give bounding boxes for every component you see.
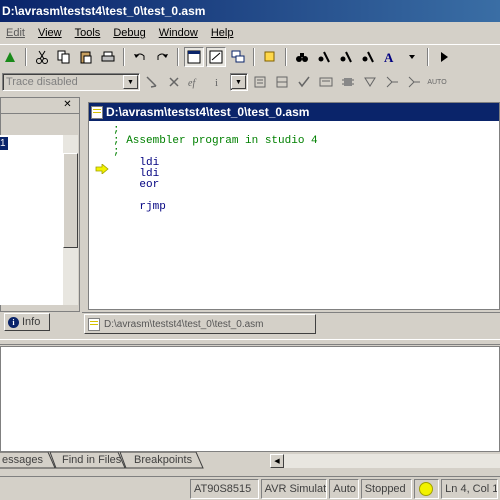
execution-arrow-icon bbox=[95, 164, 109, 174]
view-dropdown[interactable]: ▼ bbox=[230, 73, 248, 91]
auto-step-icon[interactable]: AUTO bbox=[426, 72, 448, 92]
font-icon[interactable]: A bbox=[380, 47, 400, 67]
tab-find-in-files[interactable]: Find in Files bbox=[62, 452, 121, 468]
document-tab[interactable]: D:\avrasm\testst4\test_0\test_0.asm bbox=[84, 314, 316, 334]
trace-dropdown-value: Trace disabled bbox=[6, 76, 78, 88]
code-line: ; Assembler program in studio 4 bbox=[113, 135, 318, 147]
workspace-list[interactable]: 1 bbox=[0, 135, 63, 305]
watch-icon[interactable] bbox=[164, 72, 184, 92]
menu-tools[interactable]: Tools bbox=[69, 25, 108, 41]
status-mode: Auto bbox=[329, 478, 359, 499]
windows-icon[interactable] bbox=[228, 47, 248, 67]
status-platform: AVR Simulator bbox=[260, 478, 328, 499]
document-tab-bar: D:\avrasm\testst4\test_0\test_0.asm bbox=[82, 312, 500, 336]
scroll-left-icon[interactable]: ◀ bbox=[270, 454, 284, 468]
tools-icon[interactable] bbox=[260, 47, 280, 67]
status-bar: AT90S8515 AVR Simulator Auto Stopped Ln … bbox=[0, 476, 500, 500]
code-area[interactable]: ; ; Assembler program in studio 4 ; ldi … bbox=[113, 125, 318, 213]
output-pane[interactable] bbox=[0, 346, 500, 452]
workspace-scroll-thumb[interactable] bbox=[63, 153, 78, 248]
standard-toolbar: A bbox=[0, 44, 500, 68]
dropdown-arrow-icon[interactable] bbox=[402, 47, 422, 67]
workspace-caption: ✕ bbox=[1, 98, 79, 114]
redo-icon[interactable] bbox=[152, 47, 172, 67]
toolbar-separator bbox=[427, 47, 429, 66]
disassembler-icon[interactable] bbox=[316, 72, 336, 92]
svg-text:ef: ef bbox=[188, 78, 196, 89]
app-title: D:\avrasm\testst4\test_0\test_0.asm bbox=[2, 4, 206, 18]
paste-icon[interactable] bbox=[76, 47, 96, 67]
status-state: Stopped bbox=[360, 478, 412, 499]
toolbar-separator bbox=[123, 47, 125, 66]
checkmark-icon[interactable] bbox=[294, 72, 314, 92]
chevron-down-icon[interactable]: ▼ bbox=[123, 75, 138, 89]
io-icon[interactable] bbox=[360, 72, 380, 92]
tab-info[interactable]: i Info bbox=[4, 313, 50, 331]
tab-info-label: Info bbox=[22, 316, 41, 328]
tab-messages[interactable]: essages bbox=[2, 452, 43, 468]
cut-icon[interactable] bbox=[32, 47, 52, 67]
svg-text:A: A bbox=[384, 50, 394, 64]
find-prev-icon[interactable] bbox=[336, 47, 356, 67]
status-position: Ln 4, Col 1 bbox=[441, 478, 499, 499]
memory-icon[interactable] bbox=[250, 72, 270, 92]
workspace-scrollbar[interactable] bbox=[63, 135, 78, 305]
menu-bar: Edit View Tools Debug Window Help bbox=[0, 24, 500, 42]
document-icon bbox=[88, 317, 100, 331]
auto-step-label: AUTO bbox=[427, 78, 447, 86]
find-in-files-icon[interactable] bbox=[358, 47, 378, 67]
info-icon: i bbox=[8, 316, 19, 328]
status-led bbox=[413, 478, 440, 499]
find-icon[interactable] bbox=[292, 47, 312, 67]
registers-icon[interactable] bbox=[272, 72, 292, 92]
close-icon[interactable]: ✕ bbox=[62, 100, 73, 111]
debug-toolbar: Trace disabled ▼ ef i ▼ AUTO bbox=[0, 70, 500, 94]
document-tab-label: D:\avrasm\testst4\test_0\test_0.asm bbox=[104, 318, 264, 330]
breakpoint-icon[interactable] bbox=[142, 72, 162, 92]
app-title-bar[interactable]: D:\avrasm\testst4\test_0\test_0.asm bbox=[0, 0, 500, 22]
find-next-icon[interactable] bbox=[314, 47, 334, 67]
chevron-down-icon[interactable]: ▼ bbox=[231, 75, 246, 89]
code-line: eor bbox=[113, 179, 160, 191]
toolbar-separator bbox=[253, 47, 255, 66]
build-icon[interactable] bbox=[0, 47, 20, 67]
tab-breakpoints[interactable]: Breakpoints bbox=[134, 452, 192, 468]
workspace-selected-item[interactable]: 1 bbox=[0, 137, 8, 150]
menu-debug[interactable]: Debug bbox=[107, 25, 152, 41]
processor-icon[interactable] bbox=[338, 72, 358, 92]
trace-dropdown[interactable]: Trace disabled ▼ bbox=[2, 73, 140, 91]
code-line: rjmp bbox=[113, 201, 166, 213]
copy-icon[interactable] bbox=[54, 47, 74, 67]
editor-title-bar[interactable]: D:\avrasm\testst4\test_0\test_0.asm bbox=[89, 103, 499, 121]
svg-text:i: i bbox=[215, 77, 218, 89]
status-device: AT90S8515 bbox=[190, 478, 259, 499]
output-toggle-icon[interactable] bbox=[206, 46, 226, 67]
editor-window: D:\avrasm\testst4\test_0\test_0.asm ; ; … bbox=[88, 102, 500, 310]
editor-gutter[interactable] bbox=[89, 121, 113, 309]
info-small-icon[interactable]: i bbox=[208, 72, 228, 92]
menu-help[interactable]: Help bbox=[205, 25, 241, 41]
output-hscrollbar[interactable]: ◀ bbox=[270, 454, 500, 468]
toolbar-separator bbox=[285, 47, 287, 66]
step-icon[interactable] bbox=[382, 72, 402, 92]
status-led-icon bbox=[419, 481, 434, 496]
editor-title: D:\avrasm\testst4\test_0\test_0.asm bbox=[106, 105, 310, 119]
menu-view[interactable]: View bbox=[32, 25, 69, 41]
undo-icon[interactable] bbox=[130, 47, 150, 67]
menu-window[interactable]: Window bbox=[153, 25, 205, 41]
workspace-tabs: i Info bbox=[0, 311, 80, 333]
document-icon bbox=[91, 105, 103, 119]
workspace-toggle-icon[interactable] bbox=[184, 46, 204, 67]
toolbar-separator bbox=[25, 47, 27, 66]
run-icon[interactable] bbox=[434, 47, 454, 67]
toolbar-separator bbox=[177, 47, 179, 66]
quickwatch-icon[interactable]: ef bbox=[186, 72, 206, 92]
step-over-icon[interactable] bbox=[404, 72, 424, 92]
print-icon[interactable] bbox=[98, 47, 118, 67]
pane-splitter[interactable] bbox=[0, 339, 500, 345]
menu-edit[interactable]: Edit bbox=[0, 25, 32, 41]
